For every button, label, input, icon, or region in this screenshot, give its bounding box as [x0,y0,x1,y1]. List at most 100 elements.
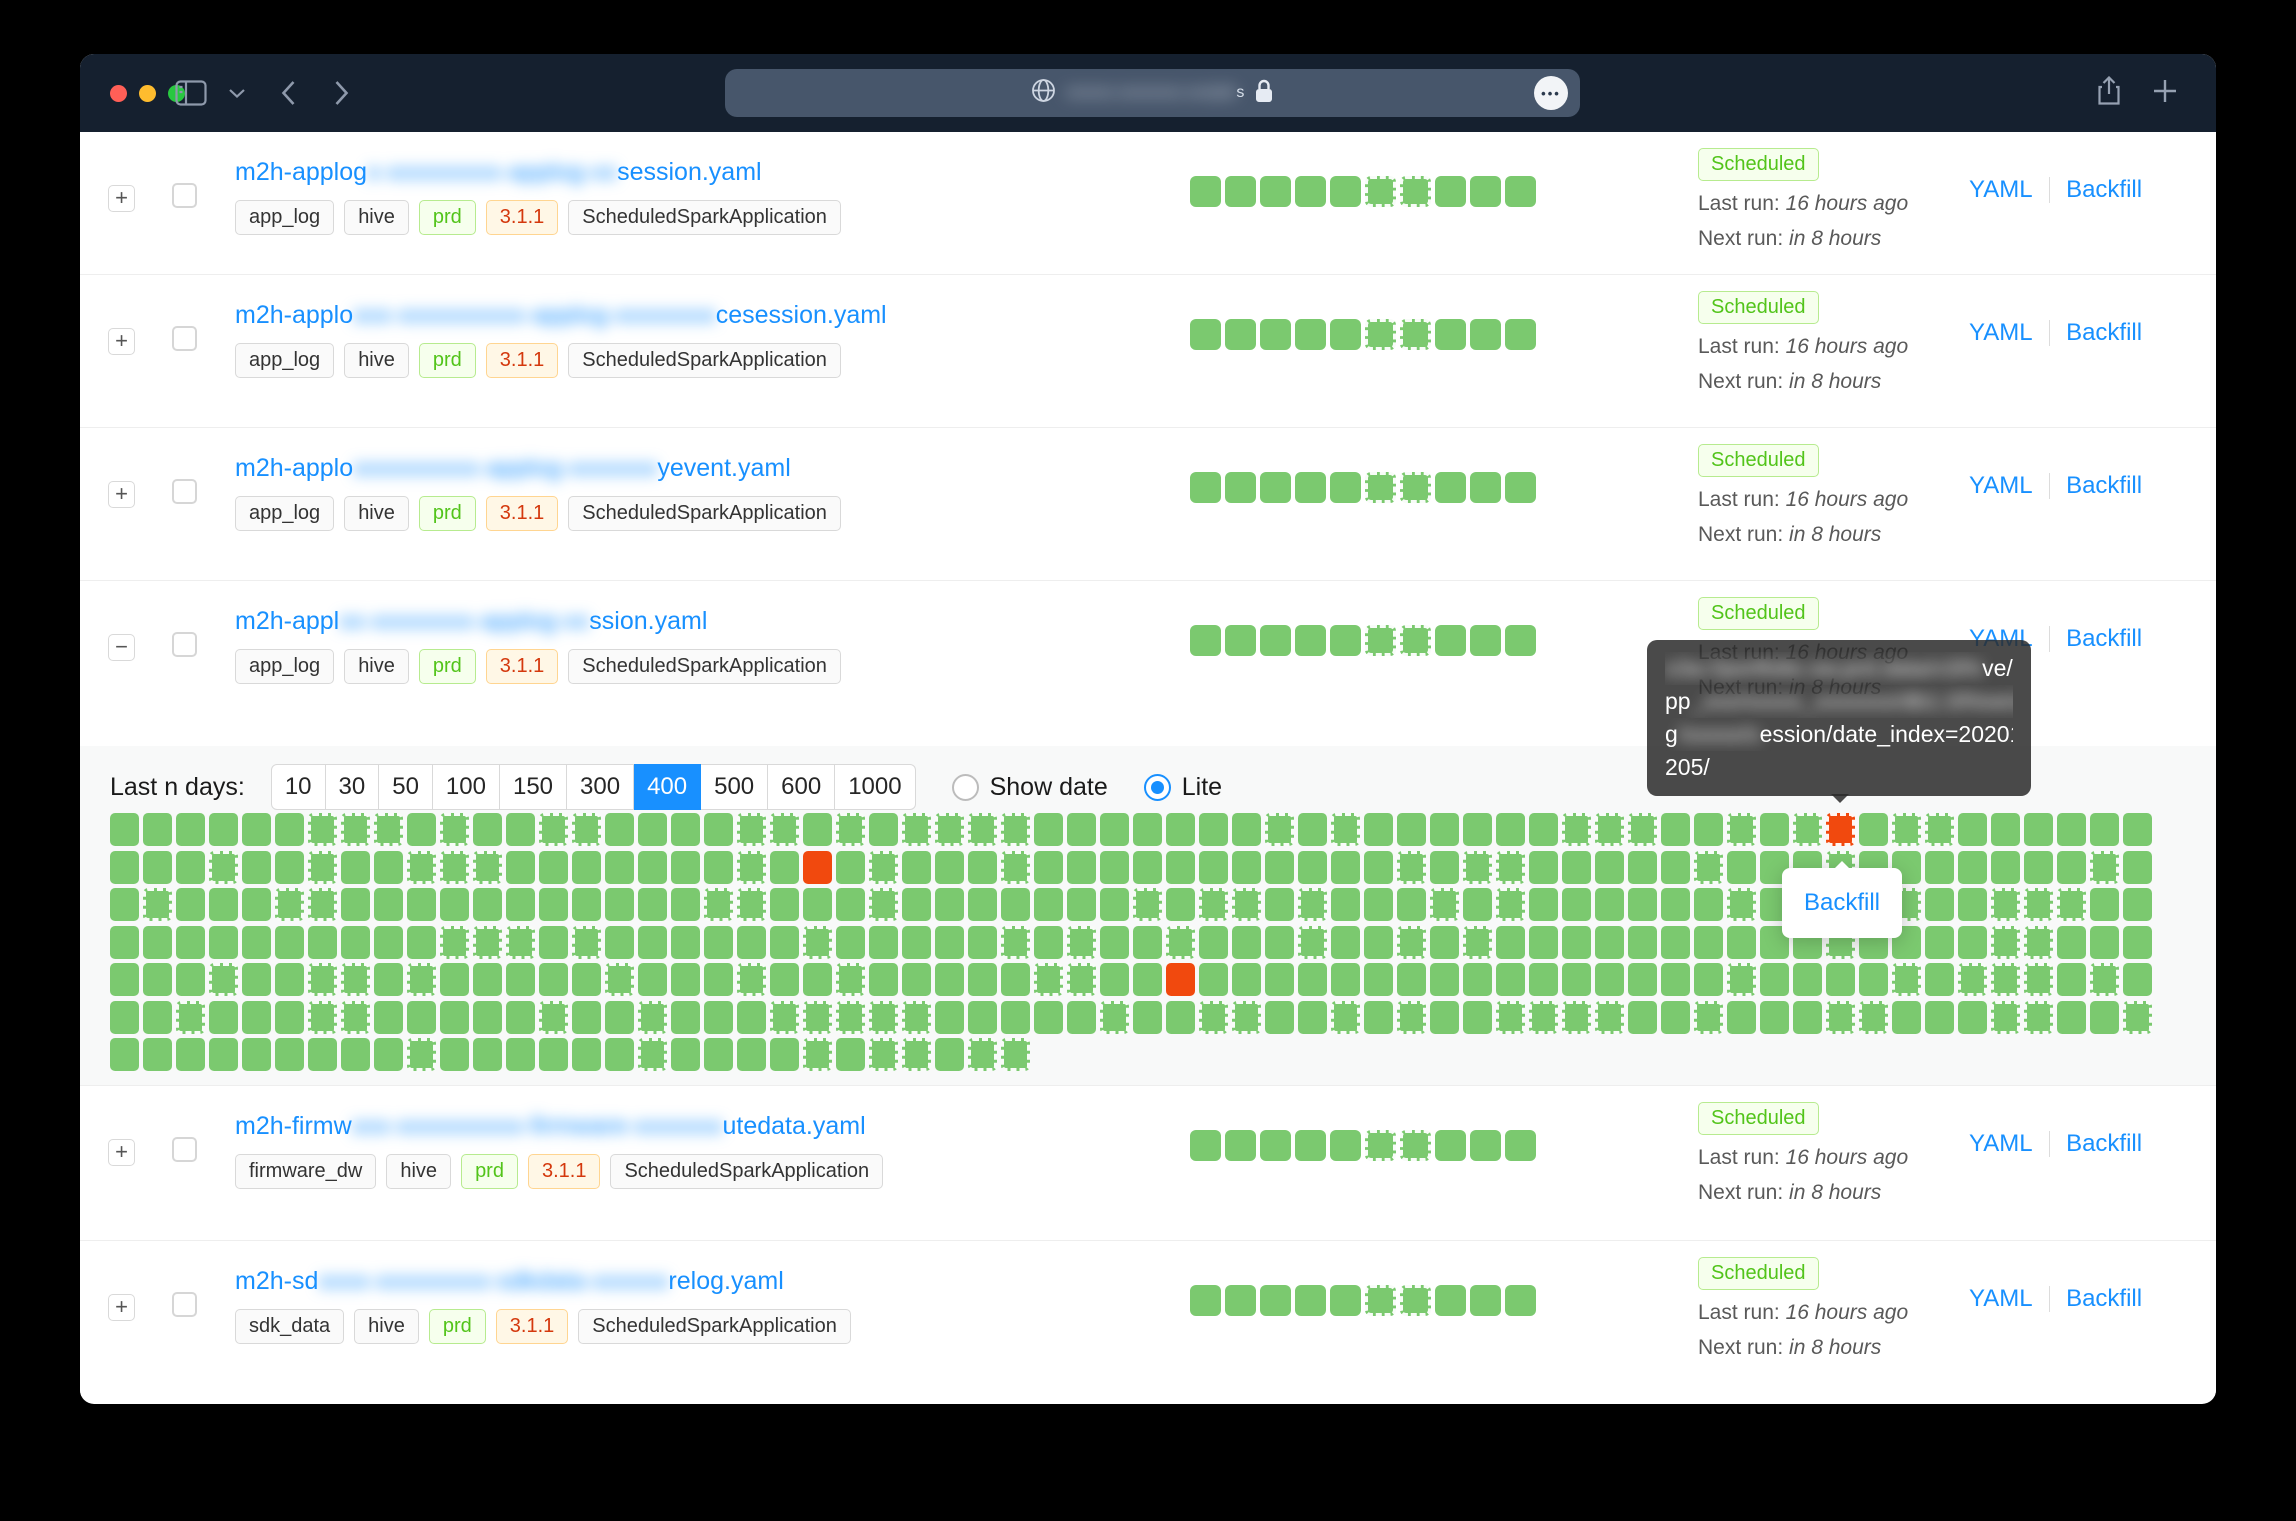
heatmap-day-cell[interactable] [968,888,997,921]
heatmap-day-cell[interactable] [770,1001,799,1034]
mini-run-square[interactable] [1400,625,1431,656]
heatmap-day-cell[interactable] [1397,926,1426,959]
heatmap-day-cell[interactable] [902,888,931,921]
heatmap-day-cell[interactable] [1298,1001,1327,1034]
heatmap-day-cell[interactable] [1166,1001,1195,1034]
heatmap-day-cell[interactable] [2123,851,2152,884]
heatmap-day-cell[interactable] [110,963,139,996]
heatmap-day-cell[interactable] [308,813,337,846]
heatmap-day-cell[interactable] [275,963,304,996]
mini-run-square[interactable] [1435,319,1466,350]
heatmap-day-cell[interactable] [407,1001,436,1034]
heatmap-day-cell[interactable] [1133,1001,1162,1034]
heatmap-day-cell[interactable] [638,926,667,959]
row-checkbox[interactable] [172,1137,197,1162]
heatmap-day-cell[interactable] [1265,926,1294,959]
heatmap-day-cell[interactable] [1199,926,1228,959]
heatmap-day-cell[interactable] [209,813,238,846]
heatmap-day-cell[interactable] [2057,888,2086,921]
heatmap-day-cell[interactable] [209,1038,238,1071]
yaml-link[interactable]: YAML [1969,319,2033,347]
heatmap-day-cell[interactable] [1727,851,1756,884]
heatmap-day-cell[interactable] [275,888,304,921]
mini-run-square[interactable] [1225,625,1256,656]
heatmap-day-cell[interactable] [1694,813,1723,846]
heatmap-day-cell[interactable] [1958,926,1987,959]
heatmap-day-cell[interactable] [1892,963,1921,996]
heatmap-day-cell[interactable] [803,926,832,959]
days-option-300[interactable]: 300 [567,764,634,810]
heatmap-day-cell[interactable] [1661,926,1690,959]
mini-run-square[interactable] [1190,1130,1221,1161]
heatmap-day-cell[interactable] [770,813,799,846]
heatmap-day-cell[interactable] [704,888,733,921]
mini-run-square[interactable] [1505,625,1536,656]
heatmap-day-cell[interactable] [1100,813,1129,846]
heatmap-day-cell[interactable] [1892,1001,1921,1034]
heatmap-day-cell[interactable] [605,963,634,996]
heatmap-day-cell[interactable] [1991,851,2020,884]
heatmap-day-cell[interactable] [1826,1001,1855,1034]
heatmap-day-cell[interactable] [374,1001,403,1034]
heatmap-day-cell[interactable] [407,888,436,921]
backfill-link[interactable]: Backfill [2066,319,2142,347]
heatmap-day-cell[interactable] [1793,813,1822,846]
heatmap-day-cell[interactable] [1067,813,1096,846]
mini-run-square[interactable] [1295,176,1326,207]
heatmap-day-cell[interactable] [407,1038,436,1071]
heatmap-day-cell[interactable] [110,926,139,959]
heatmap-day-cell[interactable] [1199,888,1228,921]
heatmap-day-cell[interactable] [1562,1001,1591,1034]
mini-run-square[interactable] [1225,1285,1256,1316]
heatmap-day-cell[interactable] [572,926,601,959]
heatmap-day-cell[interactable] [1496,926,1525,959]
heatmap-day-cell[interactable] [110,1038,139,1071]
backfill-link[interactable]: Backfill [2066,1130,2142,1158]
heatmap-day-cell[interactable] [1925,851,1954,884]
heatmap-day-cell[interactable] [1760,963,1789,996]
heatmap-day-cell[interactable] [1265,813,1294,846]
heatmap-day-cell[interactable] [2090,1001,2119,1034]
heatmap-day-cell[interactable] [374,1038,403,1071]
heatmap-day-cell[interactable] [1463,926,1492,959]
heatmap-day-cell[interactable] [374,888,403,921]
mini-run-square[interactable] [1400,1130,1431,1161]
heatmap-day-cell[interactable] [1199,851,1228,884]
mini-run-square[interactable] [1260,176,1291,207]
heatmap-day-cell[interactable] [539,888,568,921]
heatmap-day-cell[interactable] [374,813,403,846]
mini-run-square[interactable] [1470,319,1501,350]
heatmap-day-cell[interactable] [2024,926,2053,959]
heatmap-day-cell[interactable] [638,813,667,846]
heatmap-day-cell[interactable] [1727,926,1756,959]
heatmap-day-cell[interactable] [836,1038,865,1071]
heatmap-day-cell[interactable] [242,1001,271,1034]
heatmap-day-cell[interactable] [1430,963,1459,996]
heatmap-day-cell[interactable] [737,1001,766,1034]
heatmap-day-cell[interactable] [638,1001,667,1034]
backfill-day-button[interactable]: Backfill [1804,889,1880,917]
yaml-link[interactable]: YAML [1969,176,2033,204]
yaml-link[interactable]: YAML [1969,1285,2033,1313]
heatmap-day-cell[interactable] [1991,813,2020,846]
heatmap-day-cell[interactable] [275,1038,304,1071]
heatmap-day-cell[interactable] [275,926,304,959]
heatmap-day-cell[interactable] [737,926,766,959]
heatmap-day-cell[interactable] [209,888,238,921]
heatmap-day-cell[interactable] [902,1038,931,1071]
days-option-400[interactable]: 400 [634,764,701,810]
heatmap-day-cell[interactable] [1166,851,1195,884]
mini-run-square[interactable] [1330,176,1361,207]
expand-toggle-button[interactable]: − [108,634,135,661]
heatmap-day-cell[interactable] [1232,813,1261,846]
app-yaml-link[interactable]: m2h-apploxxxxxxxxxx-applog-xxxxxxxyevent… [235,454,791,482]
heatmap-day-cell[interactable] [605,813,634,846]
heatmap-day-cell[interactable] [869,813,898,846]
mini-run-square[interactable] [1225,176,1256,207]
heatmap-day-cell[interactable] [968,1038,997,1071]
heatmap-day-cell[interactable] [1298,963,1327,996]
heatmap-day-cell[interactable] [935,888,964,921]
heatmap-day-cell[interactable] [440,926,469,959]
new-tab-icon[interactable] [2152,78,2178,109]
heatmap-day-cell[interactable] [1463,851,1492,884]
